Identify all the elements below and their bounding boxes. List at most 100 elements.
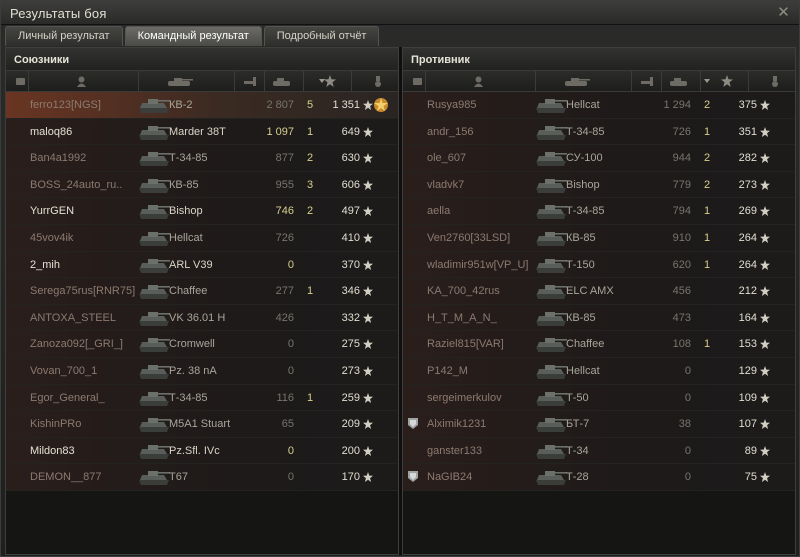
medal-slot — [372, 229, 394, 247]
tab-detailed[interactable]: Подробный отчёт — [263, 26, 380, 46]
player-name[interactable]: BOSS_24auto_ru.. — [30, 172, 146, 198]
player-name[interactable]: Mildon83 — [30, 438, 146, 464]
player-name[interactable]: DEMON__877 — [30, 464, 146, 490]
vehicle-name: БТ-7 — [566, 418, 590, 431]
player-row[interactable]: YurrGEN Bishop 746 2 497 — [6, 198, 398, 225]
player-name[interactable]: Serega75rus[RNR75] — [30, 278, 146, 304]
damage-value: 1 097 — [266, 125, 294, 138]
player-icon[interactable] — [76, 76, 87, 91]
medal-icon[interactable] — [372, 96, 394, 114]
player-row[interactable]: aella Т-34-85 794 1 269 — [403, 198, 795, 225]
player-name[interactable]: andr_156 — [427, 119, 543, 145]
player-row[interactable]: Ban4a1992 Т-34-85 877 2 630 — [6, 145, 398, 172]
player-name[interactable]: 2_mih — [30, 252, 146, 278]
player-row[interactable]: ole_607 СУ-100 944 2 282 — [403, 145, 795, 172]
kills-value: 2 — [306, 152, 314, 165]
vehicle-name: КВ-2 — [169, 99, 193, 111]
player-name[interactable]: Vovan_700_1 — [30, 358, 146, 384]
platoon-icon[interactable] — [412, 76, 423, 90]
player-name[interactable]: KishinPRo — [30, 411, 146, 437]
player-row[interactable]: sergeimerkulov Т-50 0 109 — [403, 384, 795, 412]
platoon-slot — [407, 231, 421, 245]
player-name[interactable]: P142_M — [427, 358, 543, 384]
player-row[interactable]: KA_700_42rus ELC AMX 456 212 — [403, 278, 795, 305]
kills-value: 1 — [703, 125, 711, 138]
player-row[interactable]: ganster133 Т-34 0 89 — [403, 437, 795, 465]
player-row[interactable]: Vovan_700_1 Pz. 38 nA 0 273 — [6, 357, 398, 385]
vehicle-name: Pz.Sfl. IVc — [169, 444, 220, 457]
platoon-slot — [10, 391, 24, 405]
player-row[interactable]: NaGIB24 Т-28 0 75 — [403, 464, 795, 491]
player-name[interactable]: ganster133 — [427, 438, 543, 464]
kills-value: 2 — [703, 152, 711, 165]
xp-value: 649 — [341, 125, 360, 138]
kills-value: 5 — [306, 99, 314, 111]
damage-value: 794 — [672, 205, 691, 218]
player-name[interactable]: wladimir951w[VP_U] — [427, 252, 543, 278]
xp-icon[interactable] — [324, 75, 336, 90]
player-row[interactable]: ANTOXA_STEEL VK 36.01 H 426 332 — [6, 304, 398, 332]
player-row[interactable]: Egor_General_ Т-34-85 116 1 259 — [6, 384, 398, 412]
player-row[interactable]: BOSS_24auto_ru.. КВ-85 955 3 606 — [6, 171, 398, 199]
player-row[interactable]: H_T_M_A_N_ КВ-85 473 164 — [403, 304, 795, 332]
player-row[interactable]: Raziel815[VAR] Chaffee 108 1 153 — [403, 331, 795, 358]
tank-icon[interactable] — [561, 77, 591, 90]
window-title: Результаты боя — [10, 6, 107, 21]
kills-icon[interactable] — [668, 76, 690, 90]
medal-icon[interactable] — [374, 76, 382, 91]
player-name[interactable]: ANTOXA_STEEL — [30, 305, 146, 331]
player-name[interactable]: maloq86 — [30, 119, 146, 145]
player-name[interactable]: ferro123[NGS] — [30, 92, 146, 118]
player-row[interactable]: 45vov4ik Hellcat 726 410 — [6, 224, 398, 252]
player-row[interactable]: andr_156 Т-34-85 726 1 351 — [403, 118, 795, 146]
close-button[interactable]: ✕ — [776, 5, 791, 20]
medal-icon[interactable] — [771, 76, 779, 91]
player-row[interactable]: Alximik1231 БТ-7 38 107 — [403, 411, 795, 438]
platoon-slot — [10, 311, 24, 325]
player-row[interactable]: Zanoza092[_GRI_] Cromwell 0 275 — [6, 331, 398, 358]
medal-slot — [372, 149, 394, 167]
player-name[interactable]: Raziel815[VAR] — [427, 331, 543, 357]
player-name[interactable]: Rusya985 — [427, 92, 543, 118]
player-name[interactable]: Egor_General_ — [30, 385, 146, 411]
damage-icon[interactable] — [244, 76, 258, 90]
player-row[interactable]: Ven2760[33LSD] КВ-85 910 1 264 — [403, 224, 795, 252]
player-icon[interactable] — [473, 76, 484, 91]
kills-icon[interactable] — [271, 76, 293, 90]
xp-value: 273 — [341, 364, 360, 377]
player-name[interactable]: Ban4a1992 — [30, 145, 146, 171]
platoon-slot — [10, 470, 24, 484]
player-row[interactable]: 2_mih ARL V39 0 370 — [6, 251, 398, 279]
player-name[interactable]: NaGIB24 — [427, 464, 543, 490]
player-name[interactable]: Zanoza092[_GRI_] — [30, 331, 146, 357]
tab-personal[interactable]: Личный результат — [5, 26, 123, 46]
player-name[interactable]: Alximik1231 — [427, 411, 543, 437]
player-row[interactable]: vladvk7 Bishop 779 2 273 — [403, 171, 795, 199]
player-row[interactable]: Mildon83 Pz.Sfl. IVc 0 200 — [6, 437, 398, 465]
player-name[interactable]: aella — [427, 198, 543, 224]
player-row[interactable]: wladimir951w[VP_U] Т-150 620 1 264 — [403, 251, 795, 279]
player-row[interactable]: KishinPRo M5A1 Stuart 65 209 — [6, 411, 398, 438]
tank-icon[interactable] — [164, 77, 194, 90]
player-name[interactable]: Ven2760[33LSD] — [427, 225, 543, 251]
player-row[interactable]: P142_M Hellcat 0 129 — [403, 357, 795, 385]
tab-team[interactable]: Командный результат — [124, 26, 262, 46]
medal-slot — [769, 389, 791, 407]
player-name[interactable]: ole_607 — [427, 145, 543, 171]
player-row[interactable]: Serega75rus[RNR75] Chaffee 277 1 346 — [6, 278, 398, 305]
player-name[interactable]: YurrGEN — [30, 198, 146, 224]
xp-icon[interactable] — [721, 75, 733, 90]
player-name[interactable]: vladvk7 — [427, 172, 543, 198]
xp-value: 370 — [341, 258, 360, 271]
player-name[interactable]: sergeimerkulov — [427, 385, 543, 411]
player-name[interactable]: H_T_M_A_N_ — [427, 305, 543, 331]
player-row[interactable]: Rusya985 Hellcat 1 294 2 375 — [403, 92, 795, 119]
kills-value: 3 — [306, 178, 314, 191]
player-name[interactable]: KA_700_42rus — [427, 278, 543, 304]
player-row[interactable]: DEMON__877 T67 0 170 — [6, 464, 398, 491]
damage-icon[interactable] — [641, 76, 655, 90]
player-name[interactable]: 45vov4ik — [30, 225, 146, 251]
platoon-icon[interactable] — [15, 76, 26, 90]
player-row[interactable]: maloq86 Marder 38T 1 097 1 649 — [6, 118, 398, 146]
player-row[interactable]: ferro123[NGS] КВ-2 2 807 5 1 351 — [6, 92, 398, 119]
